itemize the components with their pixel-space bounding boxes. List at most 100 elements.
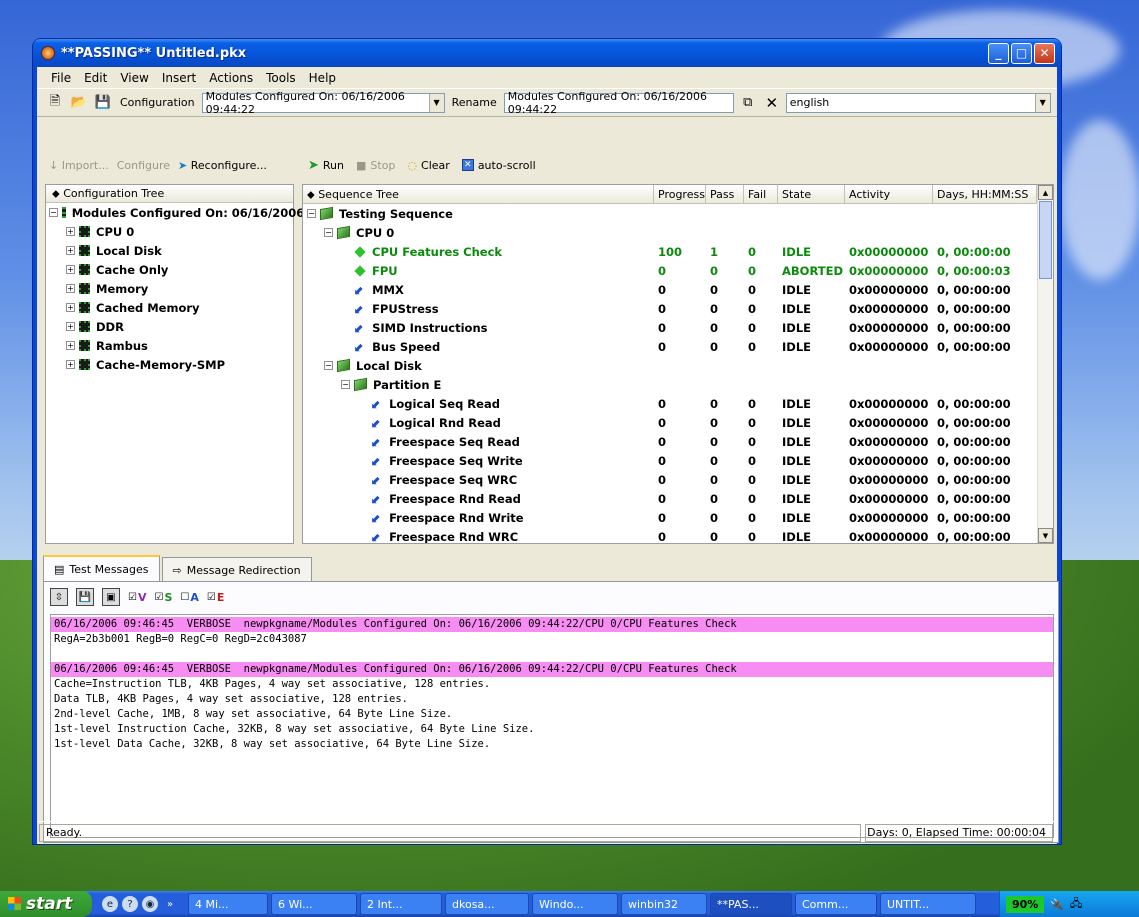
task-button[interactable]: **PAS... <box>710 893 792 915</box>
grid-row[interactable]: ⬋ Freespace Rnd WRC 0 0 0 IDLE 0x00000000 0, 00… <box>303 527 1053 544</box>
col-sequence-tree[interactable]: ⬥ Sequence Tree <box>303 185 654 204</box>
expand-icon[interactable]: + <box>66 246 75 255</box>
expand-icon[interactable]: + <box>66 360 75 369</box>
task-button[interactable]: 4 Mi... <box>188 893 268 915</box>
title-bar[interactable]: **PASSING** Untitled.pkx _ □ ✕ <box>33 39 1061 67</box>
menu-insert[interactable]: Insert <box>156 71 203 85</box>
grid-row[interactable]: ⬋ Freespace Seq Read 0 0 0 IDLE 0x00000000 0, 0… <box>303 432 1053 451</box>
task-button[interactable]: Windo... <box>532 893 618 915</box>
collapse-icon[interactable]: − <box>324 361 333 370</box>
collapse-icon[interactable]: − <box>341 380 350 389</box>
filter-verbose-checkbox[interactable]: ☑ V <box>128 591 146 604</box>
battery-indicator[interactable]: 90% <box>1006 895 1045 913</box>
grid-row[interactable]: ⬋ Freespace Seq WRC 0 0 0 IDLE 0x00000000 0, 00… <box>303 470 1053 489</box>
sequence-grid[interactable]: ⬥ Sequence Tree Progress Pass Fail State… <box>302 184 1054 544</box>
chevron-down-icon[interactable]: ▼ <box>428 93 444 112</box>
grid-row[interactable]: ⬋ Freespace Rnd Write 0 0 0 IDLE 0x00000000 0, … <box>303 508 1053 527</box>
grid-row[interactable]: FPU 0 0 0 ABORTED 0x00000000 0, 00:00:03 <box>303 261 1053 280</box>
configure-button[interactable]: Configure <box>117 159 170 172</box>
grid-row[interactable]: ⬋ SIMD Instructions 0 0 0 IDLE 0x00000000 0, 00… <box>303 318 1053 337</box>
tab-test-messages[interactable]: ▤ Test Messages <box>43 555 160 582</box>
expand-icon[interactable]: + <box>66 303 75 312</box>
capture-icon[interactable]: ▣ <box>102 588 120 606</box>
col-time[interactable]: Days, HH:MM:SS <box>933 185 1037 204</box>
ie-icon[interactable]: e <box>102 896 118 912</box>
expand-icon[interactable]: + <box>66 227 75 236</box>
scroll-thumb[interactable] <box>1039 201 1052 279</box>
expand-icon[interactable]: + <box>66 284 75 293</box>
tree-item[interactable]: + DDR <box>46 317 293 336</box>
task-button[interactable]: 6 Wi... <box>271 893 357 915</box>
minimize-button[interactable]: _ <box>988 42 1009 64</box>
expand-icon[interactable]: + <box>66 341 75 350</box>
grid-row[interactable]: ⬋ Logical Rnd Read 0 0 0 IDLE 0x00000000 0, 00:… <box>303 413 1053 432</box>
copy-icon[interactable]: ⧉ <box>738 93 758 113</box>
task-button[interactable]: dkosa... <box>445 893 529 915</box>
tree-item[interactable]: + Rambus <box>46 336 293 355</box>
grid-row[interactable]: − Partition E <box>303 375 1053 394</box>
tree-item[interactable]: + CPU 0 <box>46 222 293 241</box>
run-button[interactable]: Run <box>323 159 344 172</box>
tree-item[interactable]: + Local Disk <box>46 241 293 260</box>
menu-file[interactable]: File <box>45 71 78 85</box>
stop-button[interactable]: Stop <box>370 159 395 172</box>
grid-row[interactable]: ⬋ Freespace Seq Write 0 0 0 IDLE 0x00000000 0, … <box>303 451 1053 470</box>
network-icon[interactable]: 🖧 <box>1070 895 1082 914</box>
tree-item[interactable]: + Cache Only <box>46 260 293 279</box>
grid-row[interactable]: ⬋ MMX 0 0 0 IDLE 0x00000000 0, 00:00:00 <box>303 280 1053 299</box>
configuration-select[interactable]: Modules Configured On: 06/16/2006 09:44:… <box>201 90 445 116</box>
rename-input[interactable]: Modules Configured On: 06/16/2006 09:44:… <box>503 90 734 116</box>
maximize-button[interactable]: □ <box>1011 42 1032 64</box>
grid-row[interactable]: − Testing Sequence <box>303 204 1053 223</box>
messages-log[interactable]: 06/16/2006 09:46:45 VERBOSE newpkgname/M… <box>50 614 1054 838</box>
col-state[interactable]: State <box>778 185 845 204</box>
grid-row[interactable]: ⬋ Freespace Rnd Read 0 0 0 IDLE 0x00000000 0, 0… <box>303 489 1053 508</box>
app-icon[interactable] <box>41 46 55 60</box>
menu-tools[interactable]: Tools <box>260 71 303 85</box>
language-select[interactable]: english ▼ <box>785 92 1051 113</box>
col-pass[interactable]: Pass <box>706 185 744 204</box>
menu-help[interactable]: Help <box>303 71 343 85</box>
tree-root[interactable]: − Modules Configured On: 06/16/2006... <box>46 203 317 222</box>
collapse-icon[interactable]: − <box>307 209 316 218</box>
filter-alert-checkbox[interactable]: ☐ A <box>180 591 198 604</box>
open-folder-icon[interactable]: 📂 <box>69 93 89 113</box>
help-icon[interactable]: ? <box>122 896 138 912</box>
save-icon[interactable]: 💾 <box>93 93 113 113</box>
menu-actions[interactable]: Actions <box>203 71 260 85</box>
task-button[interactable]: winbin32 <box>621 893 707 915</box>
autoscroll-checkbox[interactable]: ✕ <box>461 159 474 171</box>
grid-row[interactable]: ⬋ FPUStress 0 0 0 IDLE 0x00000000 0, 00:00:00 <box>303 299 1053 318</box>
filter-error-checkbox[interactable]: ☑ E <box>207 591 224 604</box>
save-messages-icon[interactable]: 💾 <box>76 588 94 606</box>
delete-icon[interactable]: ✕ <box>762 93 782 113</box>
col-progress[interactable]: Progress <box>654 185 706 204</box>
grid-row[interactable]: ⬋ Logical Seq Read 0 0 0 IDLE 0x00000000 0, 00:… <box>303 394 1053 413</box>
tree-item[interactable]: + Cached Memory <box>46 298 293 317</box>
power-icon[interactable]: 🔌 <box>1050 898 1064 911</box>
filter-status-checkbox[interactable]: ☑ S <box>154 591 172 604</box>
expand-icon[interactable]: + <box>66 265 75 274</box>
vertical-scrollbar[interactable]: ▲ ▼ <box>1037 185 1053 543</box>
task-button[interactable]: UNTIT... <box>880 893 976 915</box>
grid-row[interactable]: − CPU 0 <box>303 223 1053 242</box>
import-button[interactable]: ↓ Import... <box>49 159 109 172</box>
chevron-down-icon[interactable]: ▼ <box>1034 93 1050 112</box>
collapse-icon[interactable]: − <box>324 228 333 237</box>
scroll-down-icon[interactable]: ▼ <box>1038 528 1053 543</box>
scroll-sync-icon[interactable]: ⇳ <box>50 588 68 606</box>
grid-row[interactable]: ⬋ Bus Speed 0 0 0 IDLE 0x00000000 0, 00:00:00 <box>303 337 1053 356</box>
col-activity[interactable]: Activity <box>845 185 933 204</box>
collapse-icon[interactable]: − <box>49 208 58 217</box>
configuration-tree[interactable]: ⬥ Configuration Tree − Modules Configured… <box>45 184 317 544</box>
grid-row[interactable]: − Local Disk <box>303 356 1053 375</box>
start-button[interactable]: start <box>0 891 92 917</box>
scroll-up-icon[interactable]: ▲ <box>1038 185 1053 200</box>
reconfigure-button[interactable]: ➤ Reconfigure... <box>178 159 267 172</box>
menu-view[interactable]: View <box>114 71 155 85</box>
col-fail[interactable]: Fail <box>744 185 778 204</box>
grid-row[interactable]: CPU Features Check 100 1 0 IDLE 0x00000000 0, … <box>303 242 1053 261</box>
close-button[interactable]: ✕ <box>1034 42 1055 64</box>
new-document-icon[interactable]: 🗎 <box>45 93 65 113</box>
tree-item[interactable]: + Memory <box>46 279 293 298</box>
